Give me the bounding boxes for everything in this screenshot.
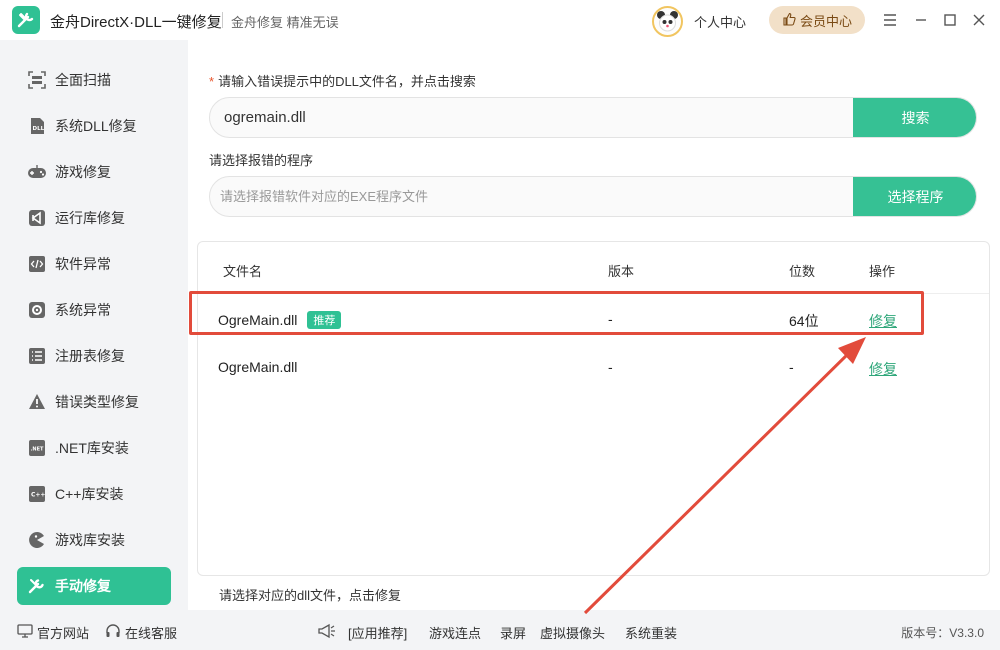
hint-text: 请选择对应的dll文件，点击修复 xyxy=(219,588,402,603)
app-recommend-label: [应用推荐] xyxy=(348,626,408,641)
column-header-filename: 文件名 xyxy=(223,264,263,279)
official-site-link[interactable]: 官方网站 xyxy=(17,623,89,642)
megaphone-icon xyxy=(317,623,337,639)
vs-icon xyxy=(27,208,47,228)
column-header-bits: 位数 xyxy=(789,264,816,279)
online-service-label: 在线客服 xyxy=(125,626,178,641)
sidebar-item-label: 系统DLL修复 xyxy=(55,118,137,134)
sidebar-item-label: C++库安装 xyxy=(55,486,124,502)
sidebar-item-error-type-repair[interactable]: 错误类型修复 xyxy=(17,383,171,421)
sidebar-item-game-lib-install[interactable]: 游戏库安装 xyxy=(17,521,171,559)
headset-icon xyxy=(105,623,121,642)
dll-search-input[interactable] xyxy=(210,98,853,137)
sidebar-item-dotnet-install[interactable]: .NET .NET库安装 xyxy=(17,429,171,467)
required-star: * xyxy=(209,74,215,89)
program-label: 请选择报错的程序 xyxy=(209,153,314,168)
sidebar-item-game-repair[interactable]: 游戏修复 xyxy=(17,153,171,191)
sidebar-item-label: 注册表修复 xyxy=(55,348,125,364)
footer-link-system-reinstall[interactable]: 系统重装 xyxy=(625,623,677,642)
footer-bar: 官方网站 在线客服 [应用推荐] 游戏连点 录屏 虚拟摄像头 系统重装 版本号：… xyxy=(0,610,1000,650)
app-logo xyxy=(12,6,40,34)
thumbs-up-icon xyxy=(782,12,796,29)
list-icon xyxy=(27,346,47,366)
sidebar-item-label: 运行库修复 xyxy=(55,210,125,226)
sidebar-item-label: 全面扫描 xyxy=(55,72,111,88)
search-bar: 搜索 xyxy=(209,97,977,138)
wrench-icon xyxy=(27,576,47,596)
scan-icon xyxy=(27,70,47,90)
close-icon[interactable] xyxy=(969,10,989,30)
gamepad-icon xyxy=(27,162,47,182)
cpp-icon: C++ xyxy=(27,484,47,504)
bits-cell: - xyxy=(789,359,794,375)
sidebar-item-system-error[interactable]: 系统异常 xyxy=(17,291,171,329)
version-cell: - xyxy=(608,359,613,375)
footer-link-virtual-camera[interactable]: 虚拟摄像头 xyxy=(540,623,605,642)
sidebar-item-label: 游戏库安装 xyxy=(55,532,125,548)
dotnet-icon: .NET xyxy=(27,438,47,458)
select-program-button[interactable]: 选择程序 xyxy=(853,177,976,216)
table-row[interactable]: OgreMain.dll - - 修复 xyxy=(198,344,989,390)
sidebar-item-full-scan[interactable]: 全面扫描 xyxy=(17,61,171,99)
program-path-input[interactable] xyxy=(210,177,853,216)
repair-link[interactable]: 修复 xyxy=(869,359,897,379)
gear-icon xyxy=(27,300,47,320)
filename-cell: OgreMain.dll xyxy=(218,359,298,375)
sidebar-item-label: .NET库安装 xyxy=(55,440,129,456)
pacman-icon xyxy=(27,530,47,550)
title-divider xyxy=(222,12,223,28)
footer-link-screen-record[interactable]: 录屏 xyxy=(500,623,526,642)
svg-text:C++: C++ xyxy=(31,492,45,499)
title-bar: 金舟DirectX·DLL一键修复 金舟修复 精准无误 个人中心 会员中心 xyxy=(0,0,1000,40)
sidebar-item-label: 软件异常 xyxy=(55,256,111,272)
footer-link-auto-clicker[interactable]: 游戏连点 xyxy=(429,623,481,642)
minimize-icon[interactable] xyxy=(911,10,931,30)
version-label: 版本号：V3.3.0 xyxy=(901,626,984,640)
sidebar-item-runtime-repair[interactable]: 运行库修复 xyxy=(17,199,171,237)
sidebar-item-label: 错误类型修复 xyxy=(55,394,139,410)
sidebar-item-registry-repair[interactable]: 注册表修复 xyxy=(17,337,171,375)
vip-center-label: 会员中心 xyxy=(799,13,852,29)
table-header: 文件名 版本 位数 操作 xyxy=(198,242,989,294)
warning-icon xyxy=(27,392,47,412)
online-service-link[interactable]: 在线客服 xyxy=(105,623,177,642)
column-header-version: 版本 xyxy=(608,264,635,279)
svg-text:.NET: .NET xyxy=(31,447,44,453)
app-slogan: 金舟修复 精准无误 xyxy=(231,15,339,30)
sidebar-item-label: 系统异常 xyxy=(55,302,111,318)
dll-input-label-text: 请输入错误提示中的DLL文件名，并点击搜索 xyxy=(218,74,476,89)
svg-text:DLL: DLL xyxy=(33,126,45,132)
dll-input-label: * 请输入错误提示中的DLL文件名，并点击搜索 xyxy=(209,71,476,90)
dll-icon: DLL xyxy=(27,116,47,136)
sidebar-item-system-dll[interactable]: DLL 系统DLL修复 xyxy=(17,107,171,145)
sidebar-item-cpp-install[interactable]: C++ C++库安装 xyxy=(17,475,171,513)
menu-icon[interactable] xyxy=(880,10,900,30)
vip-center-button[interactable]: 会员中心 xyxy=(769,6,865,34)
avatar[interactable] xyxy=(652,6,683,37)
monitor-icon xyxy=(17,624,33,641)
official-site-label: 官方网站 xyxy=(37,626,90,641)
search-button[interactable]: 搜索 xyxy=(853,98,976,137)
highlight-box xyxy=(189,291,924,335)
sidebar-item-label: 游戏修复 xyxy=(55,164,111,180)
sidebar-item-manual-repair[interactable]: 手动修复 xyxy=(17,567,171,605)
code-icon xyxy=(27,254,47,274)
sidebar-item-software-error[interactable]: 软件异常 xyxy=(17,245,171,283)
column-header-action: 操作 xyxy=(869,264,896,279)
maximize-icon[interactable] xyxy=(940,10,960,30)
app-title: 金舟DirectX·DLL一键修复 xyxy=(50,14,222,31)
user-center-link[interactable]: 个人中心 xyxy=(694,12,746,31)
sidebar-item-label: 手动修复 xyxy=(55,578,111,594)
program-bar: 选择程序 xyxy=(209,176,977,217)
